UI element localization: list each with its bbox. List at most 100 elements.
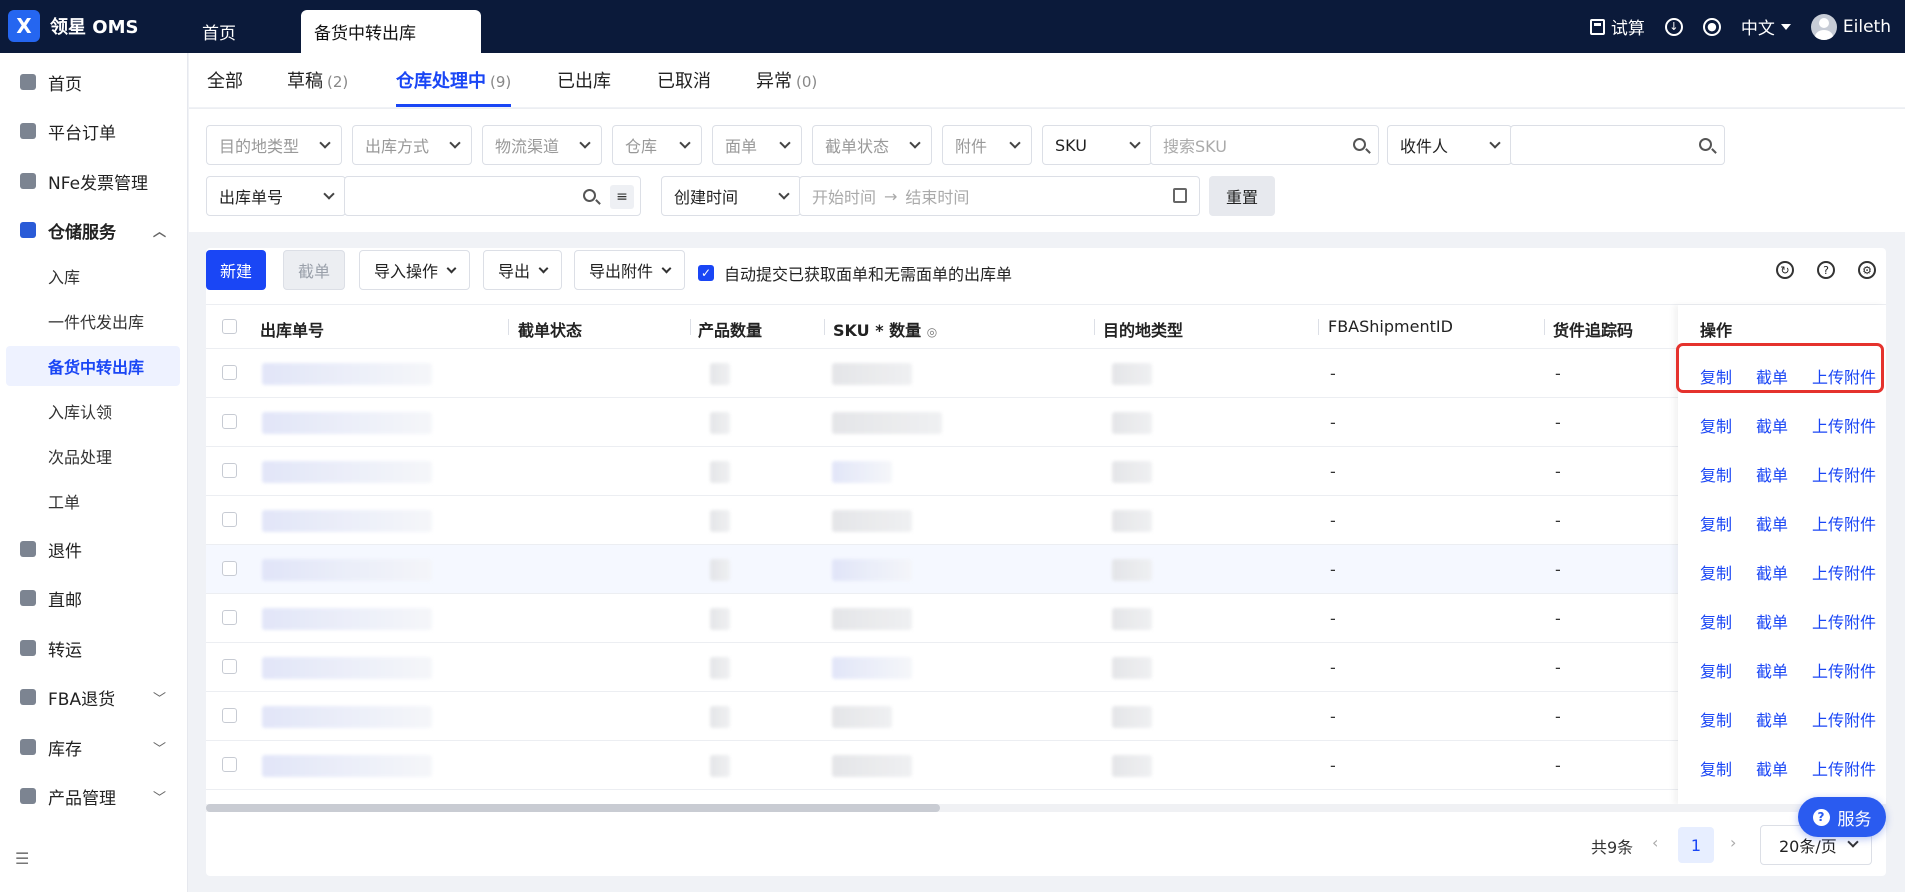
order-no-field-select[interactable]: 出库单号: [206, 176, 346, 216]
column-divider[interactable]: [690, 319, 691, 335]
sidebar-item-fba-returns[interactable]: FBA退货 ﹀: [6, 677, 180, 717]
sidebar-item-returns[interactable]: 退件: [6, 529, 180, 569]
sku-field-select[interactable]: SKU: [1042, 125, 1152, 165]
copy-link[interactable]: 复制: [1700, 413, 1732, 437]
horizontal-scrollbar[interactable]: [206, 804, 1886, 812]
row-checkbox[interactable]: [222, 463, 237, 478]
download-button[interactable]: ↓: [1664, 17, 1683, 36]
upload-attachment-link[interactable]: 上传附件: [1812, 609, 1876, 633]
tab-cancelled[interactable]: 已取消: [657, 67, 711, 93]
row-checkbox[interactable]: [222, 659, 237, 674]
copy-link[interactable]: 复制: [1700, 707, 1732, 731]
sidebar-item-direct-mail[interactable]: 直邮: [6, 578, 180, 618]
search-icon[interactable]: [1699, 138, 1712, 151]
table-row[interactable]: --: [206, 692, 1886, 741]
warehouse-select[interactable]: 仓库: [612, 125, 702, 165]
row-checkbox[interactable]: [222, 708, 237, 723]
column-divider[interactable]: [1094, 319, 1095, 335]
batch-input-icon[interactable]: ≡: [610, 185, 634, 209]
intercept-link[interactable]: 截单: [1756, 560, 1788, 584]
time-field-select[interactable]: 创建时间: [661, 176, 801, 216]
sidebar-sub-inbound[interactable]: 入库: [6, 256, 180, 296]
intercept-link[interactable]: 截单: [1756, 609, 1788, 633]
intercept-link[interactable]: 截单: [1756, 707, 1788, 731]
export-button[interactable]: 导出: [483, 250, 563, 290]
intercept-link[interactable]: 截单: [1756, 756, 1788, 780]
select-all-checkbox[interactable]: [222, 319, 237, 334]
table-row[interactable]: --: [206, 349, 1886, 398]
upload-attachment-link[interactable]: 上传附件: [1812, 462, 1876, 486]
sidebar-sub-ticket[interactable]: 工单: [6, 481, 180, 521]
intercept-select[interactable]: 截单状态: [812, 125, 932, 165]
auto-submit-checkbox[interactable]: ✓ 自动提交已获取面单和无需面单的出库单: [698, 261, 1012, 285]
column-divider[interactable]: [1544, 319, 1545, 335]
search-icon[interactable]: [583, 189, 596, 202]
copy-link[interactable]: 复制: [1700, 658, 1732, 682]
intercept-link[interactable]: 截单: [1756, 413, 1788, 437]
prev-page-icon[interactable]: ‹: [1652, 833, 1658, 852]
upload-attachment-link[interactable]: 上传附件: [1812, 756, 1876, 780]
column-divider[interactable]: [508, 319, 509, 335]
upload-attachment-link[interactable]: 上传附件: [1812, 413, 1876, 437]
help-icon[interactable]: ?: [1817, 261, 1835, 279]
row-checkbox[interactable]: [222, 365, 237, 380]
label-select[interactable]: 面单: [712, 125, 802, 165]
reset-button[interactable]: 重置: [1209, 176, 1275, 216]
tab-all[interactable]: 全部: [207, 67, 243, 93]
out-method-select[interactable]: 出库方式: [352, 125, 472, 165]
sidebar-item-platform-orders[interactable]: 平台订单: [6, 111, 180, 151]
service-button[interactable]: ? 服务: [1798, 797, 1886, 837]
table-row[interactable]: --: [206, 741, 1886, 790]
top-tab-home[interactable]: 首页: [189, 10, 249, 53]
date-range-picker[interactable]: 开始时间 → 结束时间: [799, 176, 1200, 216]
upload-attachment-link[interactable]: 上传附件: [1812, 658, 1876, 682]
sidebar-item-products[interactable]: 产品管理 ﹀: [6, 776, 180, 816]
upload-attachment-link[interactable]: 上传附件: [1812, 707, 1876, 731]
new-button[interactable]: 新建: [206, 250, 267, 290]
sidebar-sub-stock-transfer[interactable]: 备货中转出库: [6, 346, 180, 386]
sidebar-sub-dropship[interactable]: 一件代发出库: [6, 301, 180, 341]
row-checkbox[interactable]: [222, 610, 237, 625]
user-menu[interactable]: Eileth: [1810, 13, 1891, 40]
receiver-search-input[interactable]: [1510, 125, 1725, 165]
page-1-button[interactable]: 1: [1678, 827, 1714, 863]
settings-button[interactable]: ●: [1702, 17, 1721, 36]
scrollbar-thumb[interactable]: [206, 804, 940, 812]
tab-processing[interactable]: 仓库处理中 (9): [396, 67, 512, 107]
table-row[interactable]: --: [206, 398, 1886, 447]
column-divider[interactable]: [1318, 319, 1319, 335]
sidebar-item-transship[interactable]: 转运: [6, 628, 180, 668]
table-row[interactable]: --: [206, 545, 1886, 594]
intercept-button[interactable]: 截单: [283, 250, 346, 290]
dest-type-select[interactable]: 目的地类型: [206, 125, 342, 165]
order-no-search-input[interactable]: ≡: [344, 176, 641, 216]
tab-draft[interactable]: 草稿 (2): [287, 67, 348, 93]
upload-attachment-link[interactable]: 上传附件: [1812, 560, 1876, 584]
channel-select[interactable]: 物流渠道: [482, 125, 602, 165]
upload-attachment-link[interactable]: 上传附件: [1812, 511, 1876, 535]
sidebar-item-home[interactable]: 首页: [6, 62, 180, 102]
sku-search-input[interactable]: 搜索SKU: [1150, 125, 1379, 165]
sidebar-sub-defective[interactable]: 次品处理: [6, 436, 180, 476]
copy-link[interactable]: 复制: [1700, 609, 1732, 633]
intercept-link[interactable]: 截单: [1756, 462, 1788, 486]
table-row[interactable]: --: [206, 594, 1886, 643]
copy-link[interactable]: 复制: [1700, 462, 1732, 486]
sidebar-item-nfe[interactable]: NFe发票管理: [6, 161, 180, 201]
sidebar-sub-inbound-claim[interactable]: 入库认领: [6, 391, 180, 431]
receiver-field-select[interactable]: 收件人: [1387, 125, 1512, 165]
column-divider[interactable]: [824, 319, 825, 335]
search-icon[interactable]: [1353, 138, 1366, 151]
copy-link[interactable]: 复制: [1700, 511, 1732, 535]
sidebar-item-inventory[interactable]: 库存 ﹀: [6, 727, 180, 767]
next-page-icon[interactable]: ›: [1730, 833, 1736, 852]
attachment-select[interactable]: 附件: [942, 125, 1032, 165]
calc-button[interactable]: 试算: [1589, 14, 1645, 39]
intercept-link[interactable]: 截单: [1756, 511, 1788, 535]
table-row[interactable]: --: [206, 643, 1886, 692]
language-select[interactable]: 中文: [1741, 14, 1791, 39]
app-logo[interactable]: X 领星 OMS: [8, 10, 138, 42]
table-row[interactable]: --: [206, 496, 1886, 545]
intercept-link[interactable]: 截单: [1756, 658, 1788, 682]
info-icon[interactable]: ◎: [927, 325, 937, 339]
